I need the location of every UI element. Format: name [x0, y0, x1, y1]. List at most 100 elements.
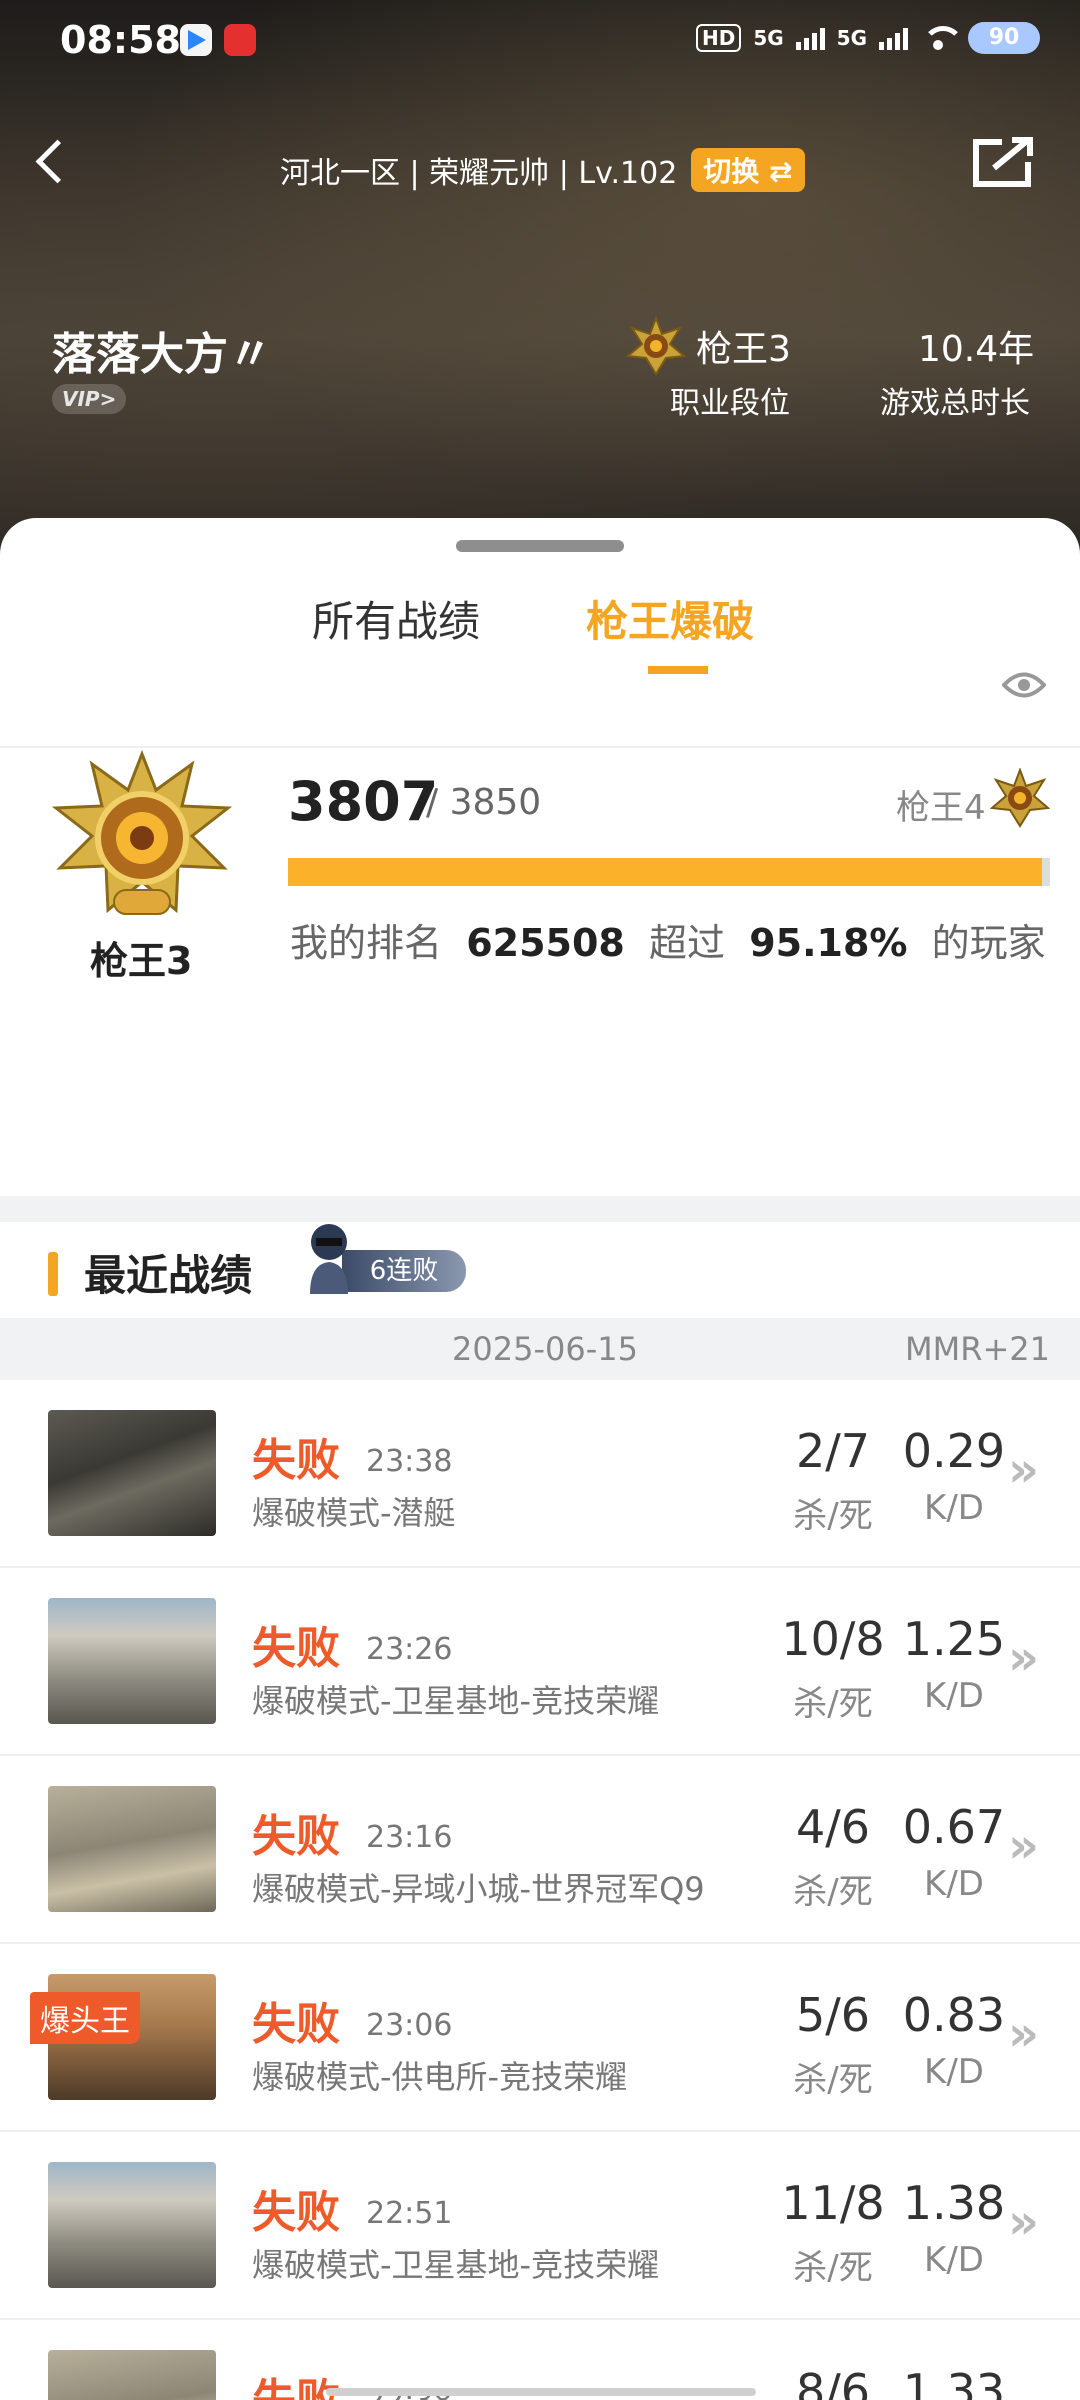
- exceed-text: 超过: [649, 921, 726, 965]
- rank-progress-fill: [288, 858, 1042, 886]
- rank-progress-bar: [288, 858, 1050, 886]
- date-header-row: 2025-06-15 MMR+21: [0, 1318, 1080, 1380]
- recent-records-title: 最近战绩: [84, 1251, 253, 1300]
- status-bar: 08:58 HD 5G 5G 90: [0, 0, 1080, 80]
- match-result: 失败: [252, 2187, 340, 2238]
- server-text: 河北一区 | 荣耀元帅 | Lv.102: [280, 156, 678, 191]
- kd-ratio-value: 0.83: [902, 1988, 1006, 2042]
- mmr-change: MMR+21: [905, 1330, 1050, 1368]
- battery-icon: 90: [968, 22, 1040, 54]
- profile-header: 08:58 HD 5G 5G 90 河北一区 | 荣耀元帅 | Lv.102 切…: [0, 0, 1080, 560]
- kills-deaths-label: 杀/死: [793, 1684, 873, 1724]
- kd-ratio-label: K/D: [924, 2052, 984, 2092]
- signal-icon-2: [879, 26, 908, 50]
- map-thumbnail: [48, 2350, 216, 2400]
- rank-badge-icon: [626, 316, 686, 376]
- rank-number: 625508: [466, 921, 625, 965]
- rank-score-max: / 3850: [426, 782, 542, 823]
- kills-deaths-label: 杀/死: [793, 1872, 873, 1912]
- active-tab-indicator: [648, 666, 708, 674]
- soldier-avatar-icon: [310, 1224, 348, 1294]
- sheet-drag-handle[interactable]: [456, 540, 624, 552]
- chevron-right-icon: »: [1008, 1630, 1040, 1686]
- kd-ratio-value: 0.67: [902, 1800, 1006, 1854]
- kd-ratio-label: K/D: [924, 2240, 984, 2280]
- kills-deaths-label: 杀/死: [793, 2248, 873, 2288]
- map-thumbnail: [48, 1410, 216, 1536]
- rank-emblem-name: 枪王3: [90, 939, 193, 983]
- kills-deaths-value: 2/7: [795, 1424, 871, 1478]
- eye-icon[interactable]: [1002, 668, 1046, 702]
- status-indicators: HD 5G 5G 90: [695, 22, 1040, 54]
- match-list: 失败 23:38 爆破模式-潜艇 2/7 杀/死 0.29 K/D » 失败 2…: [0, 1380, 1080, 2400]
- signal-icon: [795, 26, 825, 50]
- signal-5g-label: 5G: [753, 26, 784, 50]
- tab-gunking-demolition[interactable]: 枪王爆破: [586, 588, 754, 649]
- chevron-right-icon: »: [1008, 2194, 1040, 2250]
- rank-score: 3807: [288, 770, 439, 833]
- match-result: 失败: [252, 1435, 340, 1486]
- vip-badge[interactable]: VIP>: [52, 384, 127, 414]
- match-mode: 爆破模式-卫星基地-竞技荣耀: [252, 2246, 660, 2284]
- username: 落落大方〃: [52, 329, 272, 380]
- stats-sheet: 所有战绩 枪王爆破 枪王3 3807 / 3850 枪王4 我的排名 62550…: [0, 518, 1080, 2400]
- signal-5g-label-2: 5G: [836, 26, 867, 50]
- kd-ratio-value: 1.38: [902, 2176, 1006, 2230]
- share-icon[interactable]: [972, 136, 1034, 188]
- play-years: 10.4年: [918, 329, 1035, 370]
- match-mode: 爆破模式-供电所-竞技荣耀: [252, 2058, 628, 2096]
- server-info: 河北一区 | 荣耀元帅 | Lv.102 切换 ⇄: [280, 148, 805, 192]
- rank-label: 职业段位: [670, 386, 790, 421]
- match-mode: 爆破模式-卫星基地-竞技荣耀: [252, 1682, 660, 1720]
- match-time: 23:16: [366, 1820, 453, 1855]
- match-mode: 爆破模式-异域小城-世界冠军Q9: [252, 1870, 705, 1908]
- wifi-icon: [920, 24, 964, 52]
- divider: [0, 746, 1080, 748]
- kd-ratio-label: K/D: [924, 1676, 984, 1716]
- chevron-right-icon: »: [1008, 1442, 1040, 1498]
- next-rank-icon: [990, 768, 1050, 828]
- match-time: 22:51: [366, 2196, 453, 2231]
- rank-suffix: 的玩家: [931, 921, 1046, 965]
- next-rank-label: 枪王4: [896, 788, 986, 828]
- tab-all-records[interactable]: 所有战绩: [312, 588, 480, 649]
- status-time: 08:58: [60, 18, 181, 62]
- match-result: 失败: [252, 1623, 340, 1674]
- section-divider: [0, 1196, 1080, 1222]
- match-result: 失败: [252, 1811, 340, 1862]
- rank-emblem-icon: [52, 750, 232, 915]
- kd-ratio-value: 1.33: [902, 2364, 1006, 2400]
- kills-deaths-label: 杀/死: [793, 2060, 873, 2100]
- hd-icon: HD: [695, 24, 742, 52]
- app-notification-icon-2: [224, 24, 256, 56]
- match-row[interactable]: 失败 23:26 爆破模式-卫星基地-竞技荣耀 10/8 杀/死 1.25 K/…: [0, 1568, 1080, 1756]
- home-indicator[interactable]: [326, 2388, 756, 2396]
- map-thumbnail: [48, 1786, 216, 1912]
- losing-streak-badge: 6连败: [302, 1218, 466, 1302]
- match-result: 失败: [252, 1999, 340, 2050]
- match-row[interactable]: 爆头王 失败 23:06 爆破模式-供电所-竞技荣耀 5/6 杀/死 0.83 …: [0, 1944, 1080, 2132]
- kills-deaths-value: 5/6: [795, 1988, 871, 2042]
- rank-summary: 我的排名 625508 超过 95.18% 的玩家: [290, 912, 1046, 967]
- kd-ratio-value: 0.29: [902, 1424, 1006, 1478]
- map-thumbnail: [48, 1598, 216, 1724]
- match-row[interactable]: 失败 23:16 爆破模式-异域小城-世界冠军Q9 4/6 杀/死 0.67 K…: [0, 1756, 1080, 1944]
- match-row[interactable]: 失败 23:38 爆破模式-潜艇 2/7 杀/死 0.29 K/D »: [0, 1380, 1080, 1568]
- chevron-right-icon: »: [1008, 2006, 1040, 2062]
- map-thumbnail: [48, 2162, 216, 2288]
- headshot-king-tag: 爆头王: [30, 1992, 140, 2044]
- chevron-right-icon: »: [1008, 2382, 1039, 2400]
- kd-ratio-label: K/D: [924, 1864, 984, 1904]
- kd-ratio-value: 1.25: [902, 1612, 1006, 1666]
- match-mode: 爆破模式-潜艇: [252, 1494, 456, 1532]
- back-icon[interactable]: [30, 140, 70, 180]
- exceed-percent: 95.18%: [749, 921, 908, 965]
- chevron-right-icon: »: [1008, 1818, 1040, 1874]
- rank-title: 枪王3: [696, 329, 791, 370]
- match-time: 23:06: [366, 2008, 453, 2043]
- match-time: 23:26: [366, 1632, 453, 1667]
- kills-deaths-value: 10/8: [781, 1612, 885, 1666]
- switch-button[interactable]: 切换 ⇄: [691, 148, 805, 192]
- play-years-label: 游戏总时长: [880, 386, 1030, 421]
- match-row[interactable]: 失败 22:51 爆破模式-卫星基地-竞技荣耀 11/8 杀/死 1.38 K/…: [0, 2132, 1080, 2320]
